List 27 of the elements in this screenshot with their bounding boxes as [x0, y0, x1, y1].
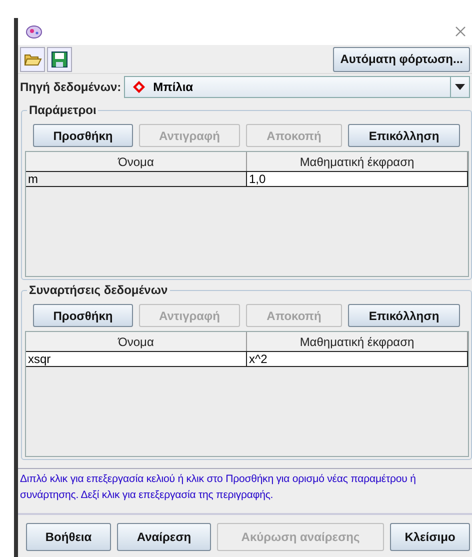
table-cell[interactable]: x^2 [247, 352, 468, 366]
section-title: Παράμετροι [27, 103, 98, 117]
data-source-dropdown[interactable]: Μπίλια [124, 76, 470, 98]
column-header[interactable]: Όνομα [26, 152, 247, 171]
column-header[interactable]: Μαθηματική έκφραση [247, 332, 468, 351]
section-button[interactable]: Επικόλληση [348, 304, 460, 327]
footer-button[interactable]: Βοήθεια [26, 523, 111, 551]
caret-icon [455, 84, 465, 90]
open-folder-button[interactable] [20, 46, 45, 72]
column-header[interactable]: Μαθηματική έκφραση [247, 152, 468, 171]
save-button[interactable] [47, 46, 72, 72]
data-source-label: Πηγή δεδομένων: [20, 80, 122, 94]
table-cell[interactable]: 1,0 [247, 172, 468, 186]
column-header[interactable]: Όνομα [26, 332, 247, 351]
diamond-icon [133, 81, 146, 93]
help-text: Διπλό κλικ για επεξεργασία κελιού ή κλικ στο Προσθήκη για ορισμό νέας παραμέτρου ή συνάρτησης. Δεξί κλικ για επεξεργασία της περιγραφής. [18, 468, 472, 515]
folder-icon [24, 52, 42, 66]
app-icon [26, 24, 42, 38]
auto-load-button[interactable]: Αυτόματη φόρτωση... [333, 46, 470, 72]
section-title: Συναρτήσεις δεδομένων [27, 283, 170, 297]
section-button[interactable]: Επικόλληση [348, 124, 460, 147]
section-button[interactable]: Προσθήκη [33, 304, 133, 327]
section-button[interactable]: Προσθήκη [33, 124, 133, 147]
footer-button[interactable]: Αναίρεση [117, 523, 211, 551]
close-icon[interactable] [455, 26, 466, 37]
footer-button[interactable]: Κλείσιμο [390, 523, 470, 551]
table-cell[interactable]: xsqr [26, 352, 247, 366]
